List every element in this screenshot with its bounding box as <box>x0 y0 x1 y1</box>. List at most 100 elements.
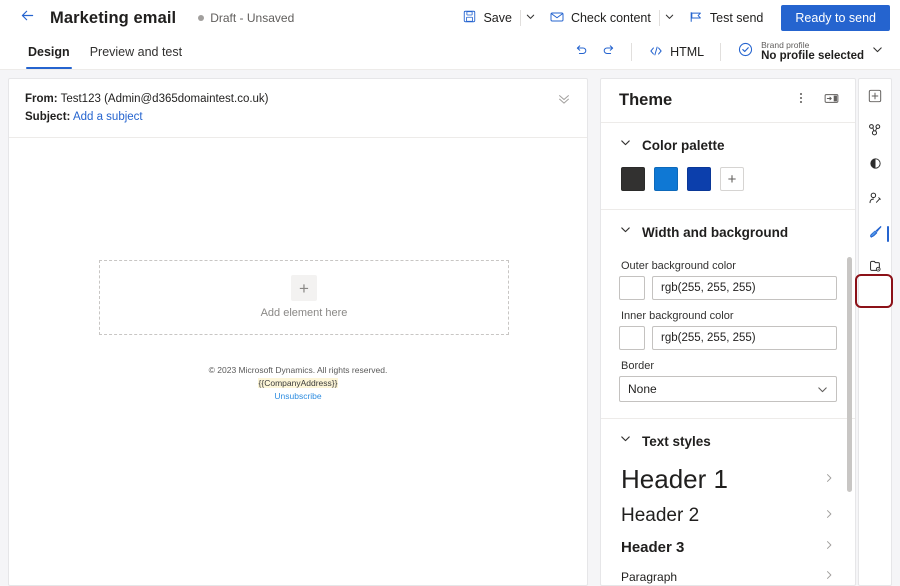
add-a-subject-link[interactable]: Add a subject <box>73 111 143 123</box>
code-brackets-icon <box>648 43 664 62</box>
footer-unsubscribe-row: Unsubscribe <box>9 390 587 403</box>
tab-bar: Design Preview and test <box>0 36 900 70</box>
chevron-right-icon <box>823 568 835 585</box>
inner-background-color-input[interactable] <box>652 326 837 350</box>
toolbar-divider-1 <box>631 43 632 61</box>
chevron-down-icon <box>619 432 632 450</box>
email-canvas: From: Test123 (Admin@d365domaintest.co.u… <box>8 78 588 586</box>
rail-add-element-button[interactable] <box>860 85 890 111</box>
brand-profile-value: No profile selected <box>761 50 864 63</box>
envelope-check-icon <box>549 9 565 28</box>
back-button[interactable] <box>12 3 42 33</box>
brand-profile-label: Brand profile <box>761 41 864 50</box>
save-dropdown-button[interactable] <box>521 4 541 32</box>
section-text-styles-header[interactable]: Text styles <box>619 423 837 459</box>
chevron-down-icon <box>525 9 536 27</box>
add-color-button[interactable]: + <box>720 167 744 191</box>
marketing-email-designer: Marketing email Draft - Unsaved Save <box>0 0 900 586</box>
rail-personalization-button[interactable] <box>860 187 890 213</box>
text-style-label: Header 2 <box>621 505 699 527</box>
color-swatch-list: + <box>619 163 837 209</box>
chevron-right-icon <box>823 538 835 556</box>
from-row: From: Test123 (Admin@d365domaintest.co.u… <box>25 91 571 109</box>
components-icon <box>867 122 883 143</box>
rail-contrast-button[interactable] <box>860 153 890 179</box>
outer-background-color-input[interactable] <box>652 276 837 300</box>
email-body: + Add element here © 2023 Microsoft Dyna… <box>9 138 587 578</box>
plus-icon: + <box>291 275 317 301</box>
border-label: Border <box>621 360 837 372</box>
section-text-styles: Text styles Header 1 Header 2 <box>601 423 855 585</box>
section-color-palette-title: Color palette <box>642 138 725 153</box>
theme-panel: Theme <box>600 78 856 586</box>
text-style-row-header-2[interactable]: Header 2 <box>619 500 837 532</box>
tab-list: Design Preview and test <box>0 35 192 69</box>
unsubscribe-link[interactable]: Unsubscribe <box>274 391 321 401</box>
test-send-label: Test send <box>710 11 764 25</box>
from-value: Test123 (Admin@d365domaintest.co.uk) <box>61 93 269 105</box>
chevron-right-icon <box>823 471 835 489</box>
designer-body: From: Test123 (Admin@d365domaintest.co.u… <box>0 70 900 586</box>
html-button[interactable]: HTML <box>640 38 712 66</box>
text-style-row-header-3[interactable]: Header 3 <box>619 532 837 562</box>
outer-background-color-label: Outer background color <box>621 260 837 272</box>
inner-background-color-swatch[interactable] <box>619 326 645 350</box>
text-style-label: Header 1 <box>621 464 728 495</box>
add-element-dropzone[interactable]: + Add element here <box>99 260 509 335</box>
theme-panel-scrollbar[interactable] <box>847 257 852 492</box>
theme-panel-header-actions <box>787 87 845 115</box>
text-style-label: Header 3 <box>621 539 684 556</box>
brand-profile-text: Brand profile No profile selected <box>761 41 864 63</box>
ready-to-send-button[interactable]: Ready to send <box>781 5 890 31</box>
collapse-panel-icon <box>823 90 840 112</box>
redo-button[interactable] <box>595 38 623 66</box>
color-swatch[interactable] <box>687 167 711 191</box>
rail-theme-button[interactable] <box>860 221 890 247</box>
document-status: Draft - Unsaved <box>198 11 294 25</box>
theme-panel-header: Theme <box>601 79 855 123</box>
section-width-and-background: Width and background Outer background co… <box>601 214 855 419</box>
expand-email-header-button[interactable] <box>555 93 573 111</box>
company-address-token: {{CompanyAddress}} <box>258 378 339 388</box>
color-swatch[interactable] <box>654 167 678 191</box>
save-button[interactable]: Save <box>454 4 520 32</box>
color-swatch[interactable] <box>621 167 645 191</box>
tab-preview-and-test[interactable]: Preview and test <box>80 35 192 69</box>
subject-row: Subject: Add a subject <box>25 109 571 127</box>
rail-components-button[interactable] <box>860 119 890 145</box>
outer-background-color-swatch[interactable] <box>619 276 645 300</box>
command-bar: Marketing email Draft - Unsaved Save <box>0 0 900 36</box>
section-color-palette-header[interactable]: Color palette <box>619 127 837 163</box>
inner-background-color-label: Inner background color <box>621 310 837 322</box>
chevron-down-icon <box>619 136 632 154</box>
rail-saved-content-button[interactable] <box>860 255 890 281</box>
text-style-label: Paragraph <box>621 570 677 584</box>
designer-tool-rail <box>858 78 892 586</box>
text-style-row-paragraph[interactable]: Paragraph <box>619 562 837 585</box>
theme-panel-collapse-button[interactable] <box>817 87 845 115</box>
border-select-value: None <box>628 382 657 396</box>
undo-icon <box>573 42 589 63</box>
section-width-and-background-header[interactable]: Width and background <box>619 214 837 250</box>
section-text-styles-title: Text styles <box>642 434 711 449</box>
from-label: From: <box>25 93 58 105</box>
theme-panel-more-button[interactable] <box>787 87 815 115</box>
border-select[interactable]: None <box>619 376 837 402</box>
chevron-right-icon <box>823 507 835 525</box>
check-content-label: Check content <box>571 11 651 25</box>
test-send-button[interactable]: Test send <box>680 4 772 32</box>
undo-button[interactable] <box>567 38 595 66</box>
add-element-icon <box>867 88 883 109</box>
text-style-row-header-1[interactable]: Header 1 <box>619 459 837 500</box>
email-footer: © 2023 Microsoft Dynamics. All rights re… <box>9 364 587 404</box>
check-content-dropdown-button[interactable] <box>660 4 680 32</box>
more-vertical-icon <box>794 91 808 110</box>
theme-panel-title: Theme <box>619 91 672 110</box>
brand-profile-selector[interactable]: Brand profile No profile selected <box>729 37 890 67</box>
chevron-down-icon <box>664 9 675 27</box>
check-content-button[interactable]: Check content <box>541 4 659 32</box>
tab-design[interactable]: Design <box>18 35 80 69</box>
page-title: Marketing email <box>50 9 176 28</box>
html-label: HTML <box>670 45 704 59</box>
subject-label: Subject: <box>25 111 70 123</box>
